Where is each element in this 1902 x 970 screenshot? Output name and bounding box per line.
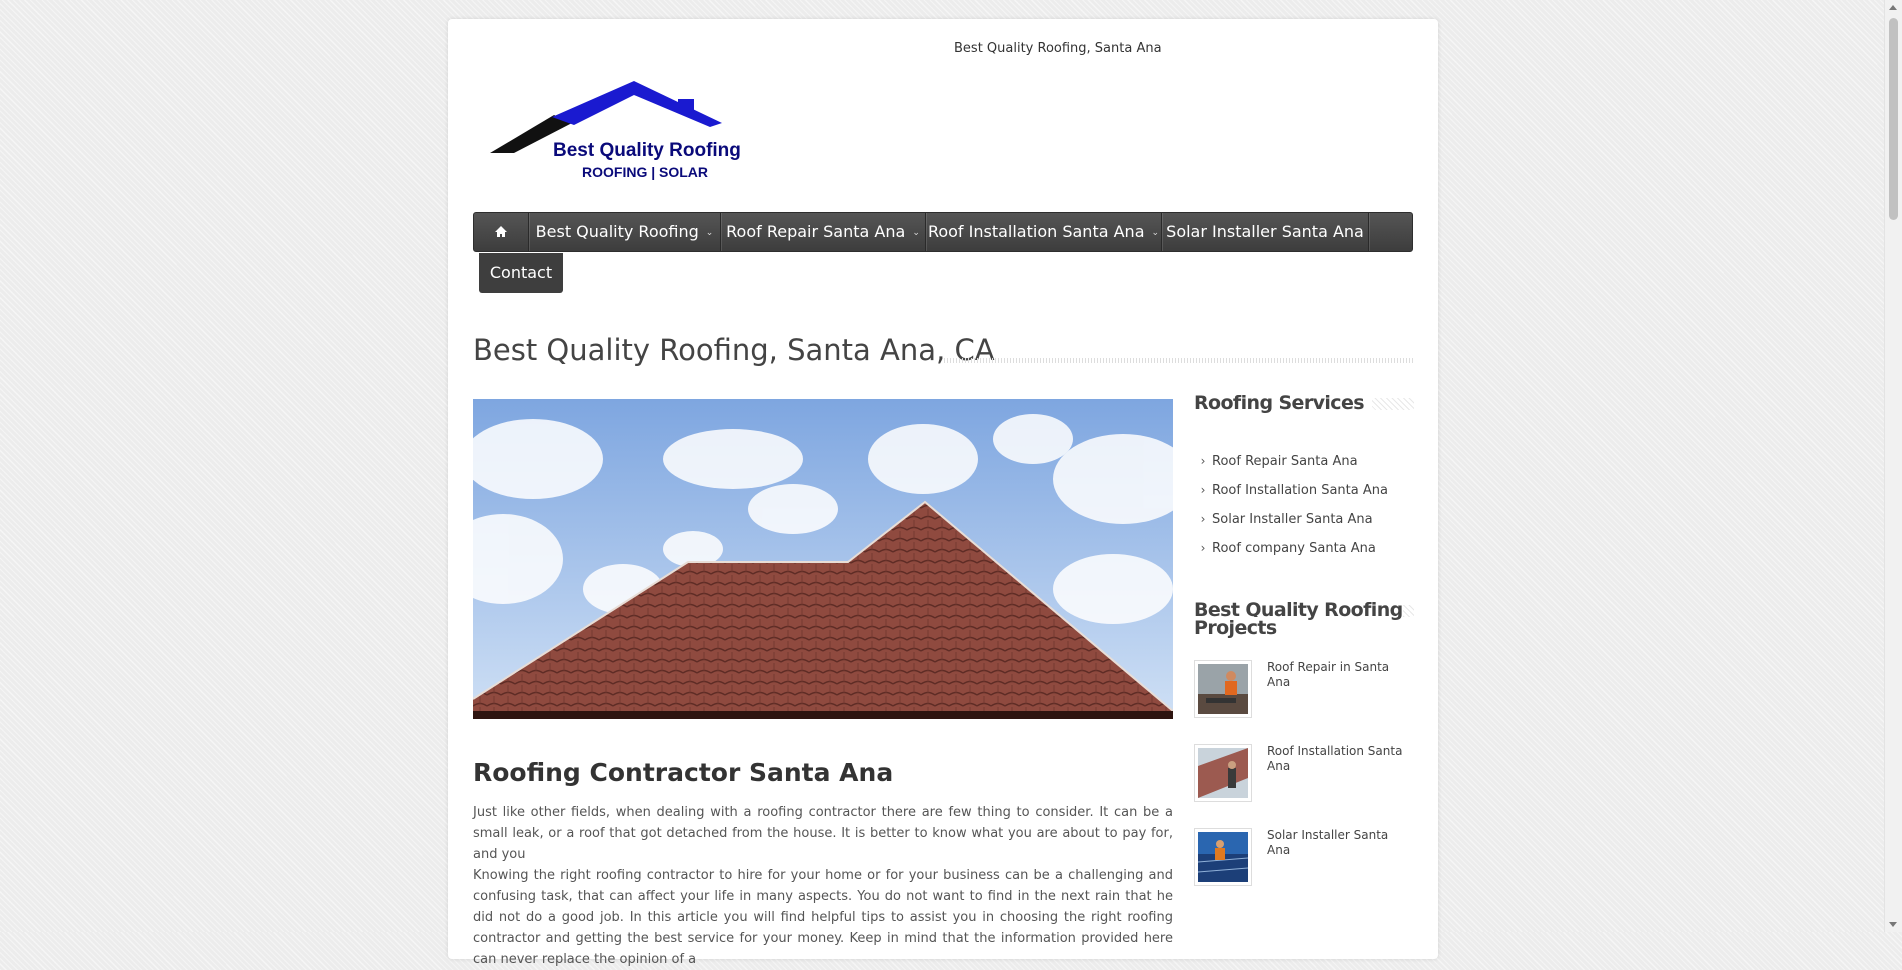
hero-image	[473, 399, 1173, 719]
section-heading: Roofing Contractor Santa Ana	[473, 758, 894, 787]
page-scrollbar[interactable]	[1884, 0, 1902, 932]
page-container: Best Quality Roofing, Santa Ana Best Qua…	[448, 19, 1438, 967]
nav-item-solar-installer[interactable]: Solar Installer Santa Ana	[1162, 213, 1369, 251]
chevron-right-icon: ›	[1200, 483, 1206, 497]
title-divider	[944, 358, 1414, 363]
nav-item-label: Roof Repair Santa Ana	[726, 222, 906, 241]
scrollbar-thumb[interactable]	[1889, 18, 1898, 220]
chevron-right-icon: ›	[1200, 454, 1206, 468]
widget-title-services: Roofing Services	[1194, 392, 1414, 414]
nav-item-contact[interactable]: Contact	[479, 253, 563, 293]
services-list: › Roof Repair Santa Ana › Roof Installatio…	[1194, 454, 1414, 570]
chevron-down-icon: ⌄	[1151, 228, 1160, 238]
nav-item-label: Roof Installation Santa Ana	[927, 222, 1145, 241]
list-item[interactable]: › Solar Installer Santa Ana	[1194, 512, 1414, 541]
article-body: Just like other fields, when dealing wit…	[473, 802, 1173, 970]
project-thumbnail[interactable]	[1194, 660, 1252, 718]
home-icon	[495, 226, 507, 237]
nav-item-label: Solar Installer Santa Ana	[1166, 222, 1364, 241]
list-item[interactable]: › Roof Installation Santa Ana	[1194, 483, 1414, 512]
nav-item-roof-installation[interactable]: Roof Installation Santa Ana ⌄	[926, 213, 1162, 251]
project-item[interactable]: Roof Installation Santa Ana	[1194, 744, 1414, 808]
nav-item-best-quality-roofing[interactable]: Best Quality Roofing ⌄	[529, 213, 721, 251]
project-thumbnail[interactable]	[1194, 744, 1252, 802]
page-title: Best Quality Roofing, Santa Ana, CA	[473, 333, 995, 367]
article-paragraph: Just like other fields, when dealing wit…	[473, 805, 1173, 862]
article-paragraph: Knowing the right roofing contractor to …	[473, 868, 1173, 967]
widget-title-projects: Best Quality Roofing Projects	[1194, 599, 1414, 639]
list-item[interactable]: › Roof Repair Santa Ana	[1194, 454, 1414, 483]
chevron-down-icon: ⌄	[705, 228, 714, 238]
main-nav: Best Quality Roofing ⌄ Roof Repair Santa …	[473, 212, 1413, 252]
project-link[interactable]: Roof Repair in Santa Ana	[1267, 660, 1415, 690]
chevron-right-icon: ›	[1200, 512, 1206, 526]
list-item[interactable]: › Roof company Santa Ana	[1194, 541, 1414, 570]
project-item[interactable]: Roof Repair in Santa Ana	[1194, 660, 1414, 724]
project-link[interactable]: Roof Installation Santa Ana	[1267, 744, 1415, 774]
chevron-down-icon: ⌄	[912, 228, 920, 238]
project-thumbnail[interactable]	[1194, 828, 1252, 886]
chevron-right-icon: ›	[1200, 541, 1206, 555]
nav-item-roof-repair[interactable]: Roof Repair Santa Ana ⌄	[721, 213, 926, 251]
project-item[interactable]: Solar Installer Santa Ana	[1194, 828, 1414, 892]
site-tagline: Best Quality Roofing, Santa Ana	[954, 41, 1162, 56]
logo-title: Best Quality Roofing	[553, 140, 741, 161]
nav-item-label: Best Quality Roofing	[535, 222, 699, 241]
logo-subtitle: ROOFING | SOLAR	[582, 164, 708, 180]
nav-home[interactable]	[474, 213, 529, 251]
logo-graphic: Best Quality Roofing ROOFING | SOLAR	[490, 81, 741, 180]
sidebar: Roofing Services › Roof Repair Santa Ana …	[1194, 392, 1414, 886]
scroll-up-arrow-icon[interactable]	[1889, 5, 1897, 10]
project-link[interactable]: Solar Installer Santa Ana	[1267, 828, 1415, 858]
scroll-down-arrow-icon[interactable]	[1889, 922, 1897, 927]
site-logo[interactable]: Best Quality Roofing ROOFING | SOLAR	[490, 81, 760, 191]
